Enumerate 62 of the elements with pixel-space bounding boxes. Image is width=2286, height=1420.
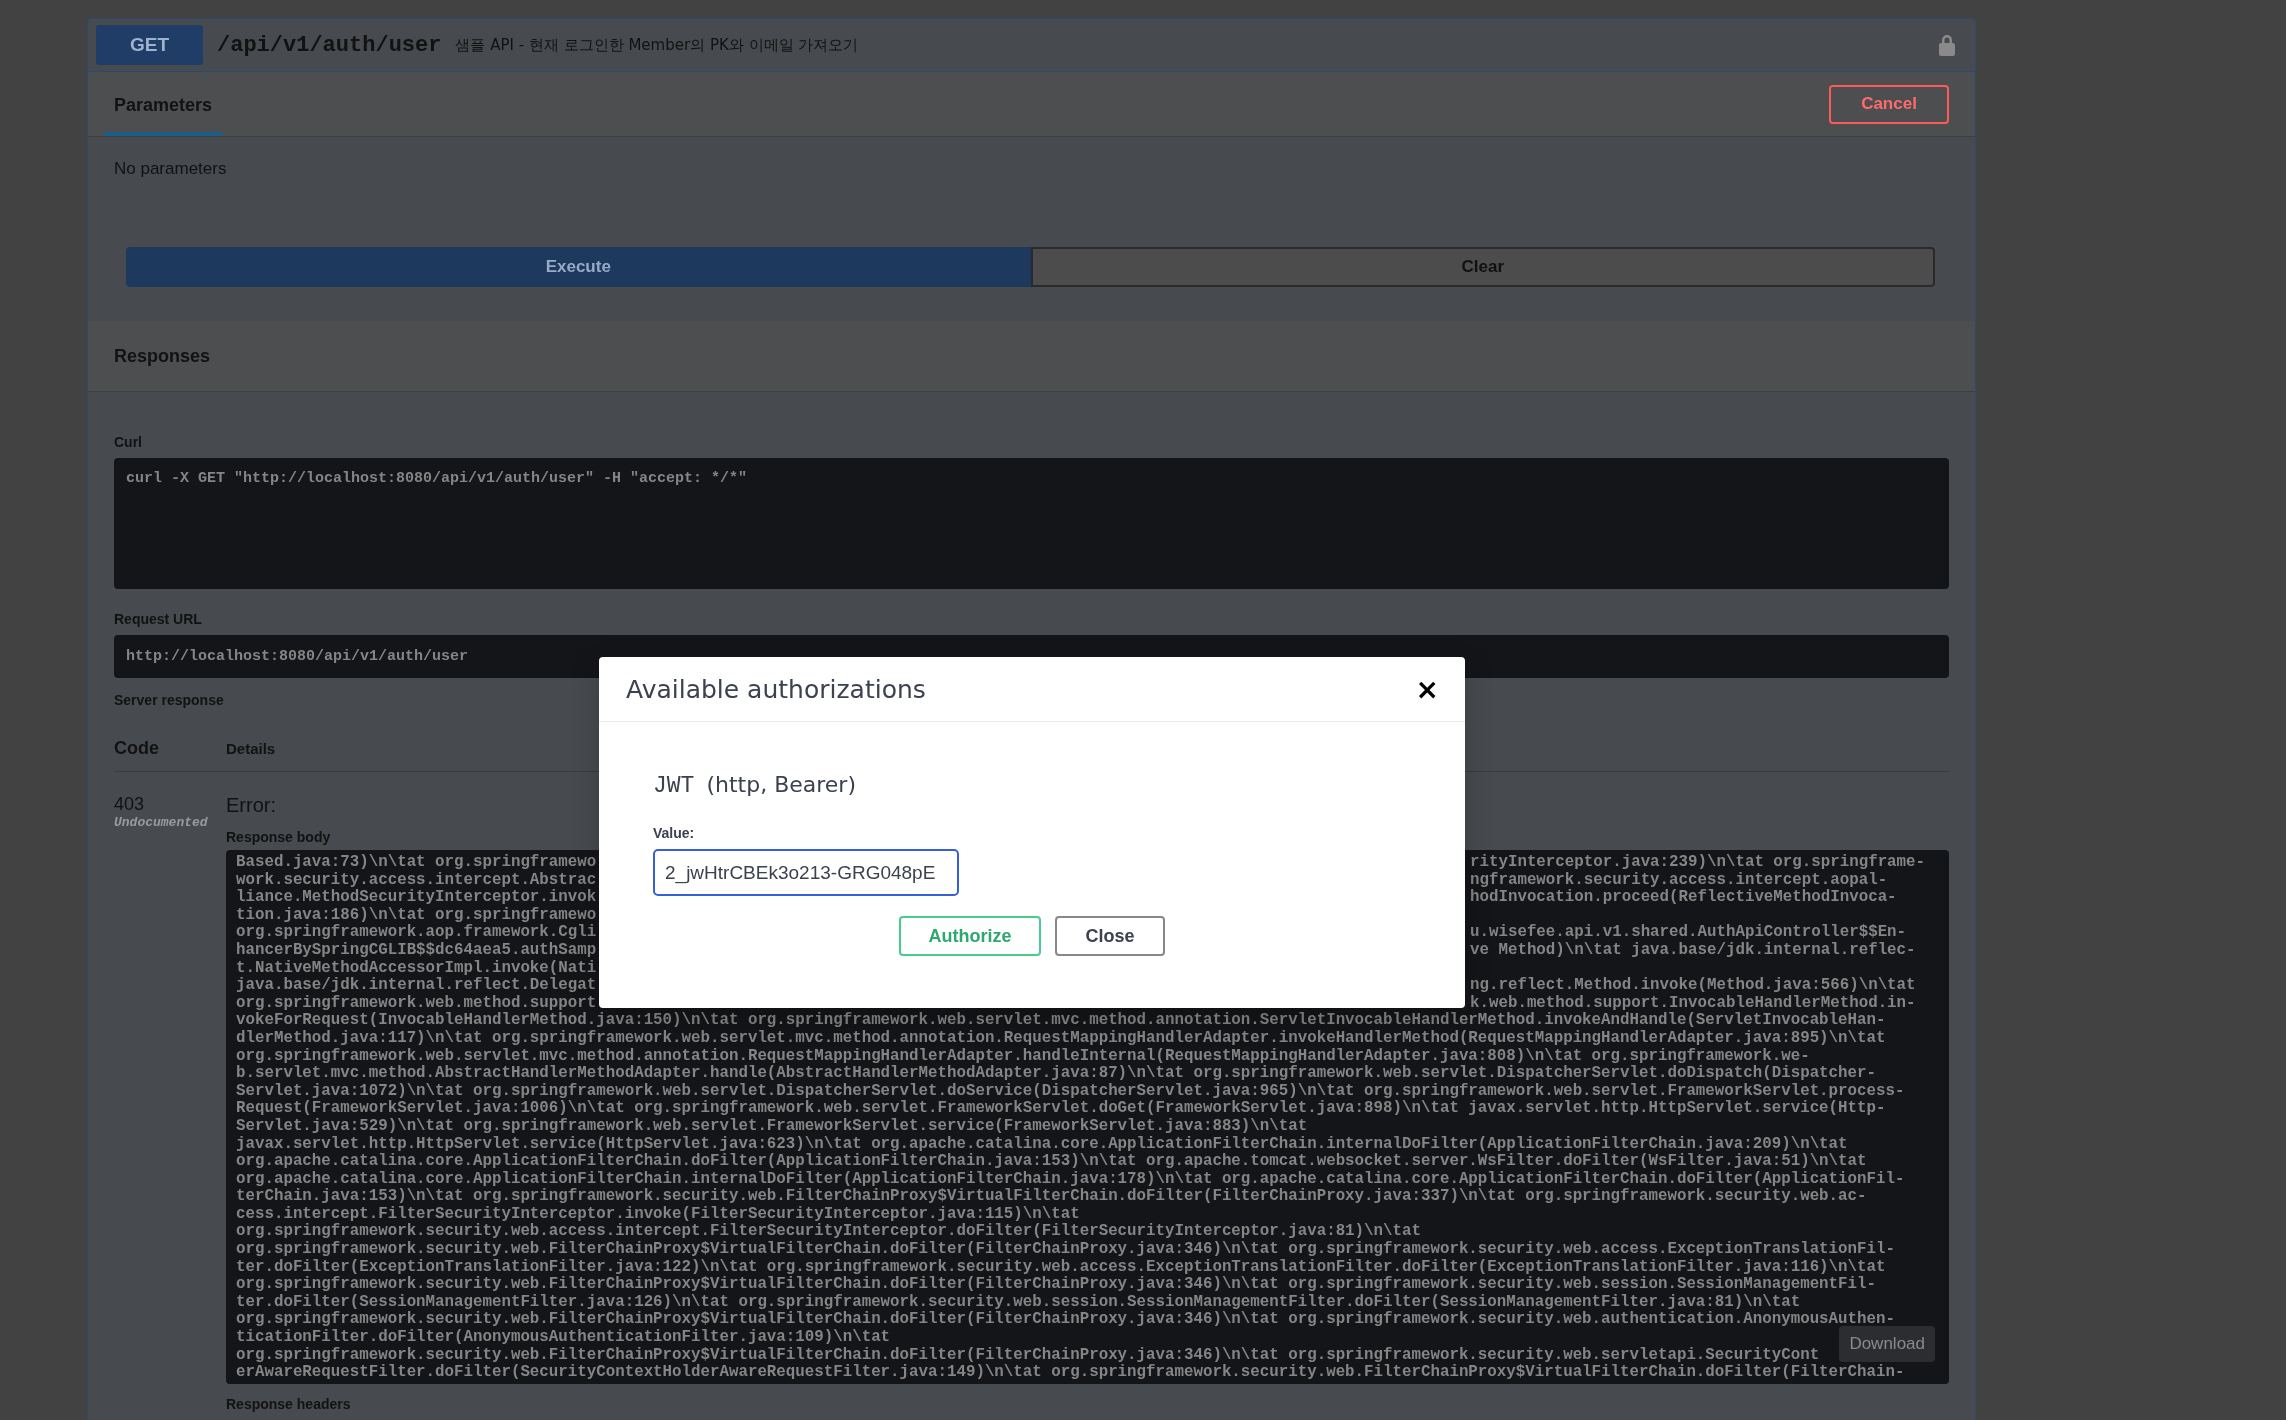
cancel-button[interactable]: Cancel [1829,84,1949,124]
lock-icon[interactable] [1937,33,1957,57]
code-line: tion.java:186)\n\tat org.springframewo [236,906,597,924]
code-line: dlerMethod.java:117)\n\tat org.springframework.web.servlet.mvc.method.annotation.RequestMappingHandlerAdapter.invokeHandlerMethod(RequestMappingHandlerAdapter.java:895)\n\tat [236,1029,1886,1048]
endpoint-path: /api/v1/auth/user [217,32,442,58]
value-field[interactable]: 2_jwHtrCBEk3o213-GRG048pE [653,849,959,896]
field-label: Curl [114,434,142,450]
field-label: Request URL [114,611,202,627]
method-badge: GET [96,25,203,65]
code-line: work.security.access.intercept.Abstrac [236,871,597,889]
scheme-name: JWT [653,773,695,799]
field-label: Response body [226,829,331,845]
code-line: hancerBySpringCGLIB$$dc64aea5.authSamp [236,941,597,960]
code-line: org.springframework.security.web.FilterChainProxy$VirtualFilterChain.doFilter(FilterChainProxy.java:346)\n\tat org.springframework.security.web.session.SessionManagementFil- [236,1276,1876,1294]
code-line: erAwareRequestFilter.doFilter(SecurityContextHolderAwareRequestFilter.java:149)\n\tat org.springframework.security.web.FilterChainProxy$VirtualFilterChain.doFilter(FilterChain- [236,1364,1905,1382]
code-line: ter.doFilter(SessionManagementFilter.java:126)\n\tat org.springframework.security.web.session.SessionManagementFilter.doFilter(SessionManagementFilter.java:81)\n\tat [236,1293,1801,1311]
code-line: t.NativeMethodAccessorImpl.invoke(Nati [236,959,597,977]
code-line: org.springframework.web.servlet.mvc.method.annotation.RequestMappingHandlerAdapter.handleInternal(RequestMappingHandlerAdapter.java:808)\n\tat org.springframework.we- [236,1047,1810,1065]
code-line: cess.intercept.FilterSecurityInterceptor.invoke(FilterSecurityInterceptor.java:115)\n\tat [236,1205,1080,1223]
code-line: ve Method)\n\tat java.base/jdk.internal.reflec- [1470,941,1916,960]
status-code: 403 [114,794,146,815]
parameters-note: No parameters [114,159,228,179]
column-header: Code [114,738,160,759]
download-button[interactable]: Download [1839,1325,1935,1362]
code-line: org.springframework.security.web.FilterChainProxy$VirtualFilterChain.doFilter(FilterChainProxy.java:346)\n\tat org.springframework.security.web.servletapi.SecurityCont [236,1346,1820,1364]
curl-command: curl -X GET "http://localhost:8080/api/v1/auth/user" -H "accept: */*" [114,458,1949,589]
code-line: org.springframework.security.web.FilterChainProxy$VirtualFilterChain.doFilter(FilterChainProxy.java:346)\n\tat org.springframework.security.web.access.ExceptionTranslationFil- [236,1241,1895,1259]
code-line: org.springframework.security.web.access.intercept.FilterSecurityInterceptor.doFilter(FilterSecurityInterceptor.java:81)\n\tat [236,1223,1421,1241]
code-line: liance.MethodSecurityInterceptor.invok [236,889,597,907]
code-line: org.apache.catalina.core.ApplicationFilterChain.doFilter(ApplicationFilterChain.java:153)\n\tat org.apache.tomcat.websocket.server.WsFilter.doFilter(WsFilter.java:51)\n\tat [236,1153,1867,1171]
code-line: Servlet.java:1072)\n\tat org.springframework.web.servlet.DispatcherServlet.doService(DispatcherServlet.java:965)\n\tat org.springframework.web.servlet.FrameworkServlet.process- [236,1082,1905,1100]
field-label: Server response [114,692,224,708]
code-line: java.base/jdk.internal.reflect.Delegat [236,977,597,995]
code-line: terChain.java:153)\n\tat org.springframework.security.web.FilterChainProxy$VirtualFilterChain.doFilter(FilterChainProxy.java:337)\n\tat org.springframework.security.web.ac- [236,1188,1867,1206]
field-label: Response headers [226,1395,351,1412]
endpoint-summary: 샘플 API - 현재 로그인한 Member의 PK와 이메일 가져오기 [455,35,859,55]
section-title: Responses [114,345,211,367]
code-line: ter.doFilter(ExceptionTranslationFilter.java:122)\n\tat org.springframework.security.web.access.ExceptionTranslationFilter.doFilter(ExceptionTranslationFilter.java:116)\n\tat [236,1258,1886,1276]
code-line: javax.servlet.http.HttpServlet.service(HttpServlet.java:623)\n\tat org.apache.catalina.core.ApplicationFilterChain.internalDoFilter(ApplicationFilterChain.java:209)\n\tat [236,1135,1848,1153]
code-line: u.wisefee.api.v1.shared.AuthApiController$$En- [1470,924,1907,942]
execute-button[interactable]: Execute [126,247,1031,287]
code-line: Based.java:73)\n\tat org.springframewo [236,854,597,872]
status-note: Undocumented [114,815,209,830]
code-line: ticationFilter.doFilter(AnonymousAuthenticationFilter.java:109)\n\tat [236,1329,891,1347]
code-line: ng.reflect.Method.invoke(Method.java:566)\n\tat [1470,977,1916,995]
code-line: rityInterceptor.java:239)\n\tat org.springframe- [1470,854,1926,872]
code-line: Request(FrameworkServlet.java:1006)\n\tat org.springframework.web.servlet.FrameworkServlet.doGet(FrameworkServlet.java:898)\n\tat javax.servlet.http.HttpServlet.service(Http- [236,1100,1886,1118]
code-line: ngframework.security.access.intercept.aopal- [1470,871,1888,889]
scheme-type: (http, Bearer) [706,772,856,797]
error-label: Error: [226,794,276,817]
column-header: Details [226,740,276,757]
authorize-button[interactable]: Authorize [899,916,1041,956]
close-button[interactable]: Close [1055,916,1165,956]
code-line: b.servlet.mvc.method.AbstractHandlerMethodAdapter.handle(AbstractHandlerMethodAdapter.java:87)\n\tat org.springframework.web.servlet.DispatcherServlet.doDispatch(Dispatcher- [236,1065,1876,1083]
code-line: org.apache.catalina.core.ApplicationFilterChain.internalDoFilter(ApplicationFilterChain.java:178)\n\tat org.apache.catalina.core.ApplicationFilterChain.doFilter(ApplicationFil- [236,1170,1905,1188]
code-line: org.springframework.aop.framework.Cgli [236,924,597,942]
code-line: vokeForRequest(InvocableHandlerMethod.java:150)\n\tat org.springframework.web.servlet.mvc.method.annotation.ServletInvocableHandlerMethod.invokeAndHandle(ServletInvocableHan- [236,1012,1886,1030]
code-line: org.springframework.web.method.support [236,994,597,1012]
code-line: hodInvocation.proceed(ReflectiveMethodInvoca- [1470,889,1897,907]
code-line: Servlet.java:529)\n\tat org.springframework.web.servlet.FrameworkServlet.service(FrameworkServlet.java:883)\n\tat [236,1117,1308,1136]
field-label: Value: [653,825,696,841]
code-line: k.web.method.support.InvocableHandlerMethod.in- [1470,994,1916,1012]
